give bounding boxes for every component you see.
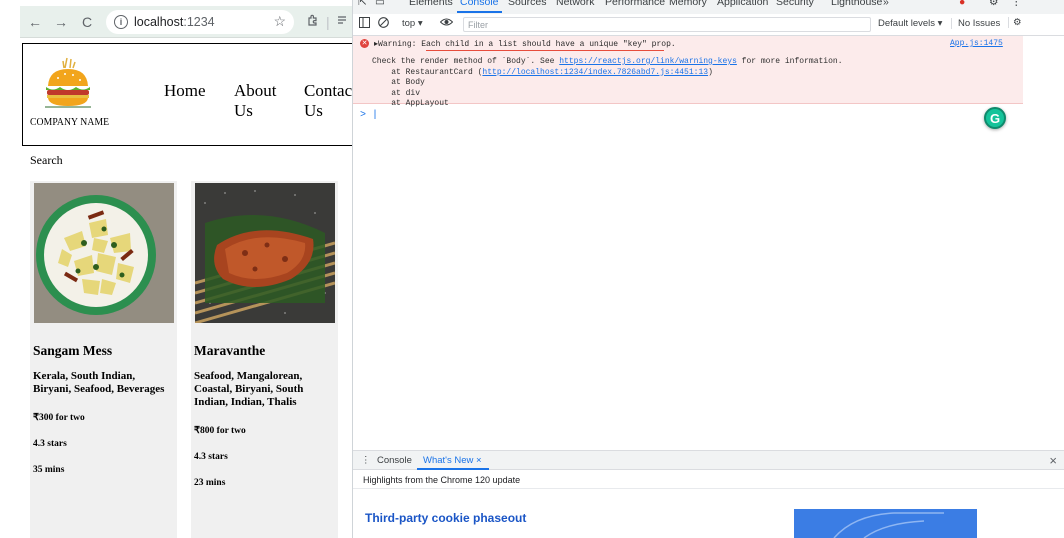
restaurant-cuisines: Kerala, South Indian, Biryani, Seafood, … xyxy=(33,370,165,395)
check-prefix: Check the render method of `Body`. See xyxy=(372,57,560,66)
bookmark-star-icon[interactable]: ☆ xyxy=(273,13,286,30)
toolbar-divider: | xyxy=(326,13,330,30)
stack-frame-body: at Body xyxy=(372,78,425,87)
stack-frame-prefix: at RestaurantCard ( xyxy=(372,67,483,77)
reload-icon[interactable]: C xyxy=(76,11,98,33)
devtools-tabbar: ⇱ ▭ Elements Console Sources Network Per… xyxy=(353,0,1064,14)
check-suffix: for more information. xyxy=(736,57,843,66)
stack-frame-applayout: at AppLayout xyxy=(372,99,449,108)
inspect-element-icon[interactable]: ⇱ xyxy=(358,0,367,8)
tab-sources[interactable]: Sources xyxy=(508,0,547,8)
restaurant-image xyxy=(195,183,335,323)
stack-frame-link[interactable]: http://localhost:1234/index.7826abd7.js:… xyxy=(482,68,708,77)
console-prompt[interactable]: > | xyxy=(360,110,378,121)
console-warning-message[interactable]: ✕ ▸Warning: Each child in a list should … xyxy=(353,36,1023,108)
nav-about-link[interactable]: About Us xyxy=(234,81,282,121)
tab-memory[interactable]: Memory xyxy=(669,0,707,8)
address-port: :1234 xyxy=(183,14,215,29)
tab-console-indicator xyxy=(457,11,502,13)
log-levels-dropdown[interactable]: Default levels ▾ xyxy=(878,18,942,29)
tab-performance[interactable]: Performance xyxy=(605,0,665,8)
restaurant-eta: 35 mins xyxy=(33,465,65,475)
forward-icon[interactable]: → xyxy=(50,11,72,33)
react-keys-doc-link[interactable]: https://reactjs.org/link/warning-keys xyxy=(559,57,737,66)
restaurant-eta: 23 mins xyxy=(194,478,226,488)
clear-console-icon[interactable] xyxy=(378,17,389,31)
tab-search-icon[interactable] xyxy=(336,14,348,29)
issues-counter[interactable]: No Issues xyxy=(951,18,1000,29)
search-label[interactable]: Search xyxy=(30,153,63,168)
settings-gear-icon[interactable]: ⚙ xyxy=(989,0,998,8)
restaurant-rating: 4.3 stars xyxy=(194,452,228,462)
device-toolbar-icon[interactable]: ▭ xyxy=(375,0,385,8)
drawer-tab-whats-new[interactable]: What's New × xyxy=(423,455,482,466)
burger-logo-icon xyxy=(43,56,93,108)
restaurant-card[interactable]: Maravanthe Seafood, Mangalorean, Coastal… xyxy=(191,181,338,538)
tab-security[interactable]: Security xyxy=(776,0,814,8)
sidebar-toggle-icon[interactable] xyxy=(359,17,370,31)
restaurant-name: Sangam Mess xyxy=(33,343,113,358)
webpage-viewport: COMPANY NAME Home About Us Contac Us Sea… xyxy=(20,38,352,538)
grammarly-icon[interactable]: G xyxy=(984,107,1006,129)
address-bar[interactable]: i localhost:1234 ☆ xyxy=(106,9,294,34)
company-name: COMPANY NAME xyxy=(30,116,110,128)
devtools-panel: ⇱ ▭ Elements Console Sources Network Per… xyxy=(352,0,1064,538)
divider xyxy=(353,488,1064,489)
restaurant-cuisines: Seafood, Mangalorean, Coastal, Biryani, … xyxy=(194,370,304,408)
whats-new-promo-image xyxy=(794,509,977,538)
tab-network[interactable]: Network xyxy=(556,0,595,8)
tab-console[interactable]: Console xyxy=(460,0,499,8)
restaurant-cost: ₹300 for two xyxy=(33,413,85,423)
error-count-icon[interactable]: ● xyxy=(959,0,965,8)
extensions-puzzle-icon[interactable] xyxy=(306,13,320,30)
whats-new-headline[interactable]: Third-party cookie phaseout xyxy=(365,511,526,525)
warning-text[interactable]: ▸Warning: Each child in a list should ha… xyxy=(374,39,676,49)
drawer-menu-icon[interactable]: ⋮ xyxy=(361,455,371,466)
warning-source-link[interactable]: App.js:1475 xyxy=(950,39,1003,48)
stack-frame-div: at div xyxy=(372,88,421,98)
context-selector[interactable]: top ▾ xyxy=(402,18,423,29)
warning-underline xyxy=(426,50,664,51)
tab-elements[interactable]: Elements xyxy=(409,0,453,8)
restaurant-image xyxy=(34,183,174,323)
whats-new-highlights: Highlights from the Chrome 120 update xyxy=(363,475,521,485)
live-expression-eye-icon[interactable] xyxy=(439,17,454,30)
restaurant-cost: ₹800 for two xyxy=(194,426,246,436)
restaurant-name: Maravanthe xyxy=(194,343,266,358)
nav-contact-link[interactable]: Contac Us xyxy=(304,81,352,121)
more-tabs-icon[interactable]: » xyxy=(883,0,889,8)
drawer-tab-indicator xyxy=(417,468,489,470)
error-circle-icon: ✕ xyxy=(360,39,369,48)
more-options-icon[interactable]: ⋮ xyxy=(1011,0,1022,8)
warning-stack-trace: Check the render method of `Body`. See h… xyxy=(372,57,843,110)
address-host: localhost xyxy=(134,14,184,29)
back-icon[interactable]: ← xyxy=(24,11,46,33)
site-header: COMPANY NAME Home About Us Contac Us xyxy=(22,43,352,146)
stack-frame-suffix: ) xyxy=(708,67,713,77)
close-drawer-icon[interactable]: × xyxy=(1049,453,1057,468)
tab-lighthouse[interactable]: Lighthouse xyxy=(831,0,882,8)
console-filter-input[interactable]: Filter xyxy=(463,17,871,32)
drawer-tabbar: ⋮ Console What's New × × xyxy=(353,450,1064,470)
console-settings-gear-icon[interactable]: ⚙ xyxy=(1008,17,1022,28)
site-info-icon[interactable]: i xyxy=(114,14,128,29)
console-toolbar: top ▾ Filter Default levels ▾ No Issues … xyxy=(353,14,1064,36)
browser-toolbar: ← → C i localhost:1234 ☆ | xyxy=(20,6,352,38)
restaurant-rating: 4.3 stars xyxy=(33,439,67,449)
tab-application[interactable]: Application xyxy=(717,0,768,8)
drawer-tab-console[interactable]: Console xyxy=(377,455,412,466)
restaurant-card[interactable]: Sangam Mess Kerala, South Indian, Biryan… xyxy=(30,181,177,538)
nav-home-link[interactable]: Home xyxy=(164,81,206,101)
